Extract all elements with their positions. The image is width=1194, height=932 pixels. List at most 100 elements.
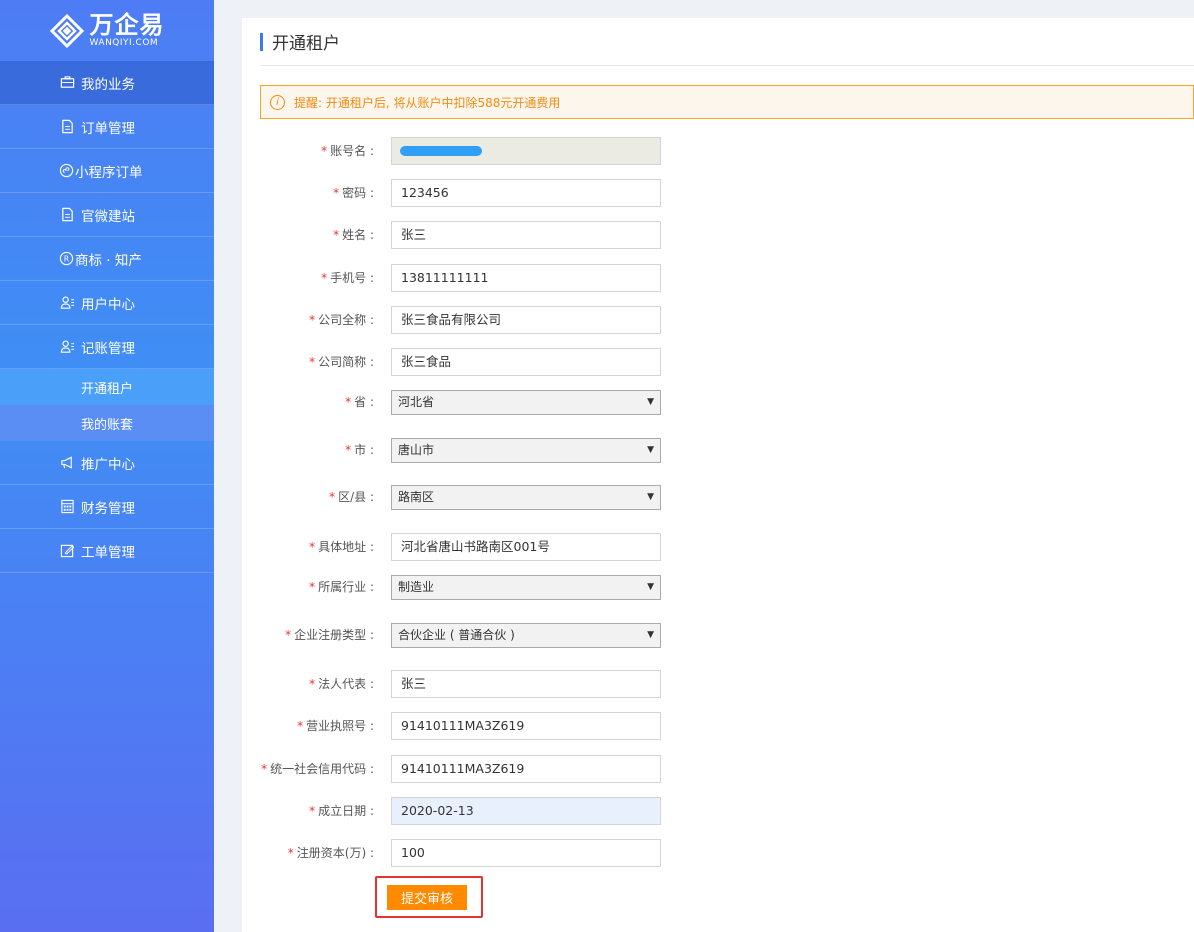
form-row-company-short: * 公司简称 : 张三食品: [242, 348, 902, 376]
est-date-field[interactable]: 2020-02-13: [391, 797, 661, 825]
required-mark: *: [345, 395, 352, 409]
credit-code-field[interactable]: 91410111MA3Z619: [391, 755, 661, 783]
industry-value: 制造业: [398, 580, 435, 594]
sidebar-item-bookkeeping[interactable]: 记账管理: [0, 325, 214, 369]
svg-text:R: R: [63, 254, 68, 263]
sidebar-item-orders[interactable]: 订单管理: [0, 105, 214, 149]
required-mark: *: [321, 144, 328, 158]
city-select[interactable]: 唐山市 ▼: [391, 438, 661, 463]
district-select[interactable]: 路南区 ▼: [391, 485, 661, 510]
brand-logo-icon: [49, 13, 84, 48]
form-row-industry: * 所属行业 : 制造业 ▼: [242, 575, 902, 603]
credit-code-label-text: 统一社会信用代码 :: [270, 762, 374, 776]
required-mark: *: [329, 490, 336, 504]
sidebar-item-tickets[interactable]: 工单管理: [0, 529, 214, 573]
district-value: 路南区: [398, 490, 435, 504]
logo[interactable]: 万企易 WANQIYI.COM: [0, 0, 214, 61]
user-list-icon: [59, 295, 75, 311]
sidebar-item-my-business[interactable]: 我的业务: [0, 61, 214, 105]
province-label-text: 省 :: [354, 395, 374, 409]
required-mark: *: [287, 846, 294, 860]
company-full-label: * 公司全称 :: [309, 306, 374, 334]
form-row-province: * 省 : 河北省 ▼: [242, 390, 902, 418]
reg-type-select[interactable]: 合伙企业 ( 普通合伙 ) ▼: [391, 623, 661, 648]
reg-type-label-text: 企业注册类型 :: [294, 628, 374, 642]
required-mark: *: [333, 186, 340, 200]
name-label-text: 姓名 :: [342, 228, 374, 242]
sidebar-item-label: 订单管理: [81, 120, 135, 137]
industry-label-text: 所属行业 :: [318, 580, 374, 594]
chevron-down-icon: ▼: [647, 630, 654, 640]
sidebar-item-mini-program-orders[interactable]: 小程序订单: [0, 149, 214, 193]
capital-label: * 注册资本(万) :: [288, 839, 374, 867]
license-no-label: * 营业执照号 :: [297, 712, 374, 740]
required-mark: *: [309, 580, 316, 594]
address-label-text: 具体地址 :: [318, 540, 374, 554]
password-field[interactable]: 123456: [391, 179, 661, 207]
industry-label: * 所属行业 :: [309, 573, 374, 601]
title-accent-bar: [260, 32, 263, 51]
submit-review-button[interactable]: 提交审核: [387, 885, 467, 910]
phone-label-text: 手机号 :: [330, 271, 374, 285]
registered-icon: R: [58, 251, 74, 267]
company-short-label: * 公司简称 :: [309, 348, 374, 376]
name-field[interactable]: 张三: [391, 221, 661, 249]
logo-text: 万企易 WANQIYI.COM: [90, 13, 165, 48]
legal-rep-field[interactable]: 张三: [391, 670, 661, 698]
district-label-text: 区/县 :: [338, 490, 374, 504]
industry-select[interactable]: 制造业 ▼: [391, 575, 661, 600]
required-mark: *: [309, 804, 316, 818]
megaphone-icon: [59, 455, 75, 471]
info-icon: i: [270, 94, 285, 110]
sidebar-item-promotion[interactable]: 推广中心: [0, 441, 214, 485]
company-short-label-text: 公司简称 :: [318, 355, 374, 369]
required-mark: *: [309, 677, 316, 691]
legal-rep-label: * 法人代表 :: [309, 670, 374, 698]
required-mark: *: [333, 228, 340, 242]
sidebar-item-trademark[interactable]: R 商标 · 知产: [0, 237, 214, 281]
required-mark: *: [345, 443, 352, 457]
capital-field[interactable]: 100: [391, 839, 661, 867]
required-mark: *: [309, 313, 316, 327]
sidebar-item-finance[interactable]: 财务管理: [0, 485, 214, 529]
brand-name: 万企易: [89, 11, 165, 39]
document-icon: [59, 207, 75, 223]
form-row-address: * 具体地址 : 河北省唐山书路南区001号: [242, 533, 902, 561]
province-select[interactable]: 河北省 ▼: [391, 390, 661, 415]
company-full-field[interactable]: 张三食品有限公司: [391, 306, 661, 334]
chevron-down-icon: ▼: [647, 445, 654, 455]
form-row-name: * 姓名 : 张三: [242, 221, 902, 249]
password-label: * 密码 :: [333, 179, 374, 207]
address-field[interactable]: 河北省唐山书路南区001号: [391, 533, 661, 561]
phone-label: * 手机号 :: [321, 264, 374, 292]
capital-label-text: 注册资本(万) :: [296, 846, 374, 860]
legal-rep-label-text: 法人代表 :: [318, 677, 374, 691]
sidebar-subitem-open-tenant[interactable]: 开通租户: [0, 369, 214, 405]
required-mark: *: [309, 355, 316, 369]
form-row-legal-rep: * 法人代表 : 张三: [242, 670, 902, 698]
sidebar-subitem-my-accounts[interactable]: 我的账套: [0, 405, 214, 441]
city-label-text: 市 :: [354, 443, 374, 457]
sidebar-item-label: 商标 · 知产: [75, 252, 142, 269]
credit-code-label: * 统一社会信用代码 :: [261, 755, 374, 783]
sidebar-item-label: 小程序订单: [75, 164, 143, 181]
company-short-field[interactable]: 张三食品: [391, 348, 661, 376]
user-list-icon: [59, 339, 75, 355]
brand-domain: WANQIYI.COM: [89, 38, 159, 48]
reg-type-label: * 企业注册类型 :: [285, 621, 374, 649]
notice-banner: i 提醒: 开通租户后, 将从账户中扣除588元开通费用: [260, 85, 1194, 119]
est-date-label: * 成立日期 :: [309, 797, 374, 825]
sidebar-item-user-center[interactable]: 用户中心: [0, 281, 214, 325]
form-row-phone: * 手机号 : 13811111111: [242, 264, 902, 292]
required-mark: *: [297, 719, 304, 733]
sidebar-item-label: 财务管理: [81, 500, 135, 517]
account-label: * 账号名 :: [321, 137, 374, 165]
mini-program-icon: [58, 163, 74, 179]
chevron-down-icon: ▼: [647, 582, 654, 592]
form-row-reg-type: * 企业注册类型 : 合伙企业 ( 普通合伙 ) ▼: [242, 623, 902, 651]
sidebar-item-website[interactable]: 官微建站: [0, 193, 214, 237]
license-no-field[interactable]: 91410111MA3Z619: [391, 712, 661, 740]
address-label: * 具体地址 :: [309, 533, 374, 561]
required-mark: *: [261, 762, 268, 776]
phone-field[interactable]: 13811111111: [391, 264, 661, 292]
